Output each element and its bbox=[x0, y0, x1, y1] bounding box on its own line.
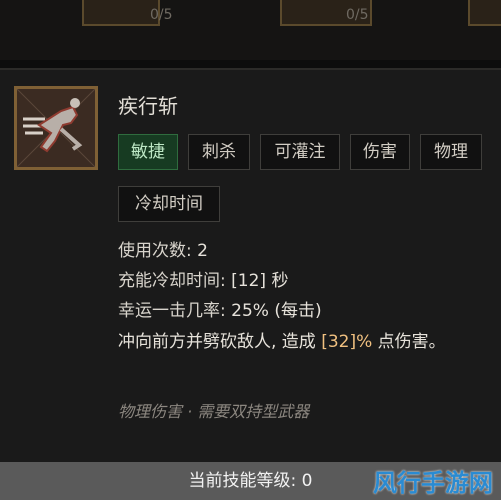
slot-count-middle: 0/5 bbox=[346, 7, 369, 23]
lucky-hit-label: 幸运一击几率: bbox=[118, 301, 232, 321]
uses-label: 使用次数: bbox=[118, 241, 198, 261]
skill-name: 疾行斩 bbox=[118, 94, 178, 118]
skill-slot-left[interactable] bbox=[82, 0, 160, 26]
dash-slash-icon bbox=[14, 86, 98, 170]
skill-footer: 物理伤害 · 需要双持型武器 bbox=[118, 402, 310, 421]
tag-agility: 敏捷 bbox=[118, 134, 178, 170]
description-part1: 冲向前方并劈砍敌人, 造成 bbox=[118, 332, 322, 352]
tag-assassinate: 刺杀 bbox=[188, 134, 250, 170]
watermark: 风行手游网 bbox=[373, 469, 493, 497]
uses-line: 使用次数: 2 bbox=[118, 236, 208, 261]
tag-physical: 物理 bbox=[420, 134, 482, 170]
skill-slot-right[interactable] bbox=[468, 0, 501, 26]
lucky-hit-suffix: (每击) bbox=[268, 301, 322, 321]
lucky-hit-value: 25% bbox=[231, 301, 269, 321]
uses-value: 2 bbox=[197, 241, 208, 261]
tag-cooldown: 冷却时间 bbox=[118, 186, 220, 222]
tag-infusable: 可灌注 bbox=[260, 134, 340, 170]
top-strip bbox=[0, 0, 501, 60]
tag-damage: 伤害 bbox=[350, 134, 410, 170]
description-part2: 点伤害。 bbox=[372, 332, 446, 352]
cooldown-line: 充能冷却时间: [12] 秒 bbox=[118, 266, 288, 291]
skill-description: 冲向前方并劈砍敌人, 造成 [32]% 点伤害。 bbox=[118, 328, 478, 357]
cooldown-value: [12] bbox=[231, 271, 267, 291]
lucky-hit-line: 幸运一击几率: 25% (每击) bbox=[118, 296, 322, 321]
cooldown-label: 充能冷却时间: bbox=[118, 271, 232, 291]
damage-value: [32]% bbox=[321, 332, 373, 352]
cooldown-unit: 秒 bbox=[266, 271, 289, 291]
slot-count-left: 0/5 bbox=[150, 7, 173, 23]
